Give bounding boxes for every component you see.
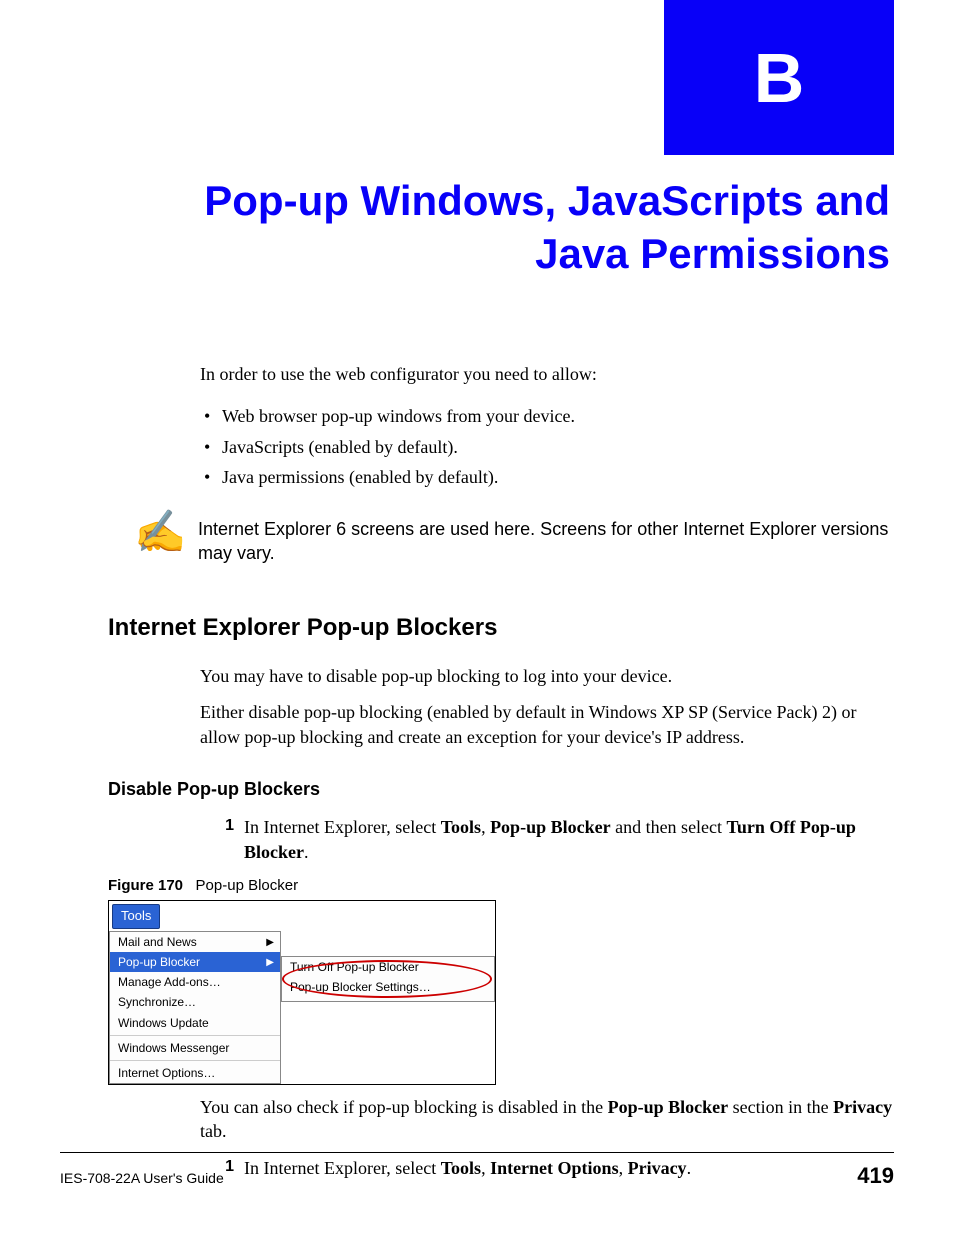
figure-screenshot: Tools Mail and News ▶ Pop-up Blocker ▶ Man… [108,900,496,1085]
menu-separator [110,1035,280,1036]
submenu-arrow-icon: ▶ [266,956,274,970]
menu-item-manage-addons[interactable]: Manage Add-ons… [110,972,280,992]
intro-paragraph: In order to use the web configurator you… [200,362,894,386]
menu-item-windows-update[interactable]: Windows Update [110,1013,280,1033]
menu-separator [110,1060,280,1061]
note-text: Internet Explorer 6 screens are used her… [198,517,894,566]
bold-text: Pop-up Blocker [490,817,611,837]
bullet-list: Web browser pop-up windows from your dev… [200,404,894,489]
submenu-item-settings[interactable]: Pop-up Blocker Settings… [282,977,494,997]
menu-item-windows-messenger[interactable]: Windows Messenger [110,1038,280,1058]
menu-item-popup-blocker[interactable]: Pop-up Blocker ▶ [110,952,280,972]
section-paragraph: Either disable pop-up blocking (enabled … [200,700,894,749]
subsection-heading: Disable Pop-up Blockers [108,777,894,801]
footer-doc-title: IES-708-22A User's Guide [60,1170,224,1186]
tools-menu-button[interactable]: Tools [112,904,160,929]
step-text: In Internet Explorer, select Tools, Pop-… [244,815,894,864]
bold-text: Tools [441,817,481,837]
menu-item-synchronize[interactable]: Synchronize… [110,992,280,1012]
page-number: 419 [857,1163,894,1189]
bold-text: Pop-up Blocker [608,1097,729,1117]
popup-blocker-submenu: Turn Off Pop-up Blocker Pop-up Blocker S… [281,956,495,1002]
step-number: 1 [220,815,234,864]
step-text-fragment: , [481,817,490,837]
note-block: ✍ Internet Explorer 6 screens are used h… [134,517,894,566]
bullet-item: Java permissions (enabled by default). [222,465,894,489]
bold-text: Privacy [833,1097,892,1117]
submenu-arrow-icon: ▶ [266,936,274,950]
tools-dropdown-menu: Mail and News ▶ Pop-up Blocker ▶ Manage Ad… [109,931,281,1084]
menu-item-internet-options[interactable]: Internet Options… [110,1063,280,1083]
submenu-item-turn-off[interactable]: Turn Off Pop-up Blocker [282,957,494,977]
chapter-tab: B [664,0,894,155]
chapter-letter: B [754,38,805,118]
figure-caption: Figure 170 Pop-up Blocker [108,876,894,896]
figure-label: Figure 170 [108,877,183,894]
bullet-item: JavaScripts (enabled by default). [222,435,894,459]
menu-item-mail-news[interactable]: Mail and News ▶ [110,932,280,952]
section-heading: Internet Explorer Pop-up Blockers [108,612,894,644]
menu-item-label: Pop-up Blocker [118,955,200,969]
section-paragraph: You may have to disable pop-up blocking … [200,664,894,688]
step-text-fragment: In Internet Explorer, select [244,817,441,837]
step-row: 1 In Internet Explorer, select Tools, Po… [220,815,894,864]
after-figure-paragraph: You can also check if pop-up blocking is… [200,1095,894,1144]
figure-title: Pop-up Blocker [196,877,299,894]
page-title: Pop-up Windows, JavaScripts and Java Per… [100,175,890,280]
bullet-item: Web browser pop-up windows from your dev… [222,404,894,428]
body-content: In order to use the web configurator you… [200,362,894,1192]
text-fragment: You can also check if pop-up blocking is… [200,1097,608,1117]
text-fragment: tab. [200,1121,227,1141]
page-footer: IES-708-22A User's Guide 419 [60,1152,894,1189]
text-fragment: section in the [728,1097,833,1117]
menu-item-label: Mail and News [118,935,197,949]
step-text-fragment: . [304,842,309,862]
note-icon: ✍ [134,517,184,546]
step-text-fragment: and then select [611,817,727,837]
